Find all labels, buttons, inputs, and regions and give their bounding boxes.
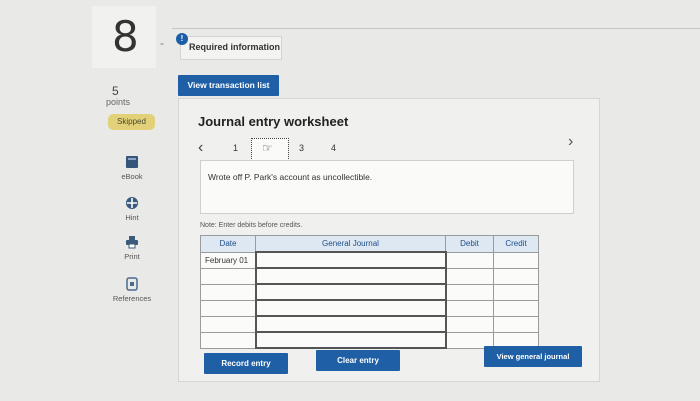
hint-button[interactable]: Hint [100,196,164,222]
credit-input[interactable] [493,267,539,285]
page-1-tab[interactable]: 1 [233,143,238,153]
account-select[interactable] [254,299,447,317]
pointer-hand-icon: ☞ [262,141,273,155]
general-journal-column-header: General Journal [255,235,446,253]
status-badge: Skipped [108,114,155,130]
ebook-label: eBook [121,172,143,181]
table-row [200,315,539,333]
references-label: References [112,294,152,303]
date-cell [200,283,256,301]
chevron-right-icon[interactable]: › [568,133,573,151]
info-icon: ! [176,33,188,45]
entry-note: Note: Enter debits before credits. [200,222,303,229]
credit-input[interactable] [493,251,539,269]
account-select[interactable] [254,315,447,333]
debit-input[interactable] [445,267,494,285]
debit-input[interactable] [445,299,494,317]
references-icon [126,277,138,291]
credit-input[interactable] [493,315,539,333]
date-cell [200,331,256,349]
points-value: 5 [112,84,119,98]
page-4-tab[interactable]: 4 [331,143,336,153]
header-divider [172,28,700,29]
points-label: points [106,97,131,107]
required-info-label: Required information [189,42,281,52]
view-general-journal-button[interactable]: View general journal [484,346,582,367]
references-button[interactable]: References [100,277,164,303]
date-column-header: Date [200,235,256,253]
debit-input[interactable] [445,283,494,301]
table-row [200,267,539,285]
date-cell [200,299,256,317]
print-label: Print [124,252,140,261]
date-cell [200,267,256,285]
account-select[interactable] [254,283,447,301]
print-button[interactable]: Print [100,235,164,261]
credit-input[interactable] [493,283,539,301]
account-select[interactable] [254,267,447,285]
view-transaction-list-button[interactable]: View transaction list [178,75,279,96]
record-entry-button[interactable]: Record entry [204,353,288,374]
page-3-tab[interactable]: 3 [299,143,304,153]
account-select[interactable] [254,331,447,349]
table-row [200,283,539,301]
debit-input[interactable] [445,315,494,333]
credit-input[interactable] [493,299,539,317]
question-separator: - [160,36,164,50]
worksheet-title: Journal entry worksheet [198,114,349,129]
ebook-button[interactable]: eBook [100,155,164,181]
clear-entry-button[interactable]: Clear entry [316,350,400,371]
print-icon [126,236,138,249]
hint-label: Hint [125,213,139,222]
hint-icon [126,197,138,209]
question-number: 8 [112,12,139,61]
transaction-description-box [200,160,574,214]
journal-table: Date General Journal Debit Credit Februa… [200,235,539,349]
date-cell [200,315,256,333]
date-cell: February 01 [200,251,256,269]
debit-input[interactable] [445,251,494,269]
transaction-description: Wrote off P. Park's account as uncollect… [208,172,373,182]
debit-column-header: Debit [445,235,494,253]
book-icon [126,156,138,168]
credit-column-header: Credit [493,235,539,253]
account-select[interactable] [254,251,447,269]
table-header-row: Date General Journal Debit Credit [200,235,539,253]
chevron-left-icon[interactable]: ‹ [198,139,203,157]
table-row [200,299,539,317]
table-row: February 01 [200,251,539,269]
